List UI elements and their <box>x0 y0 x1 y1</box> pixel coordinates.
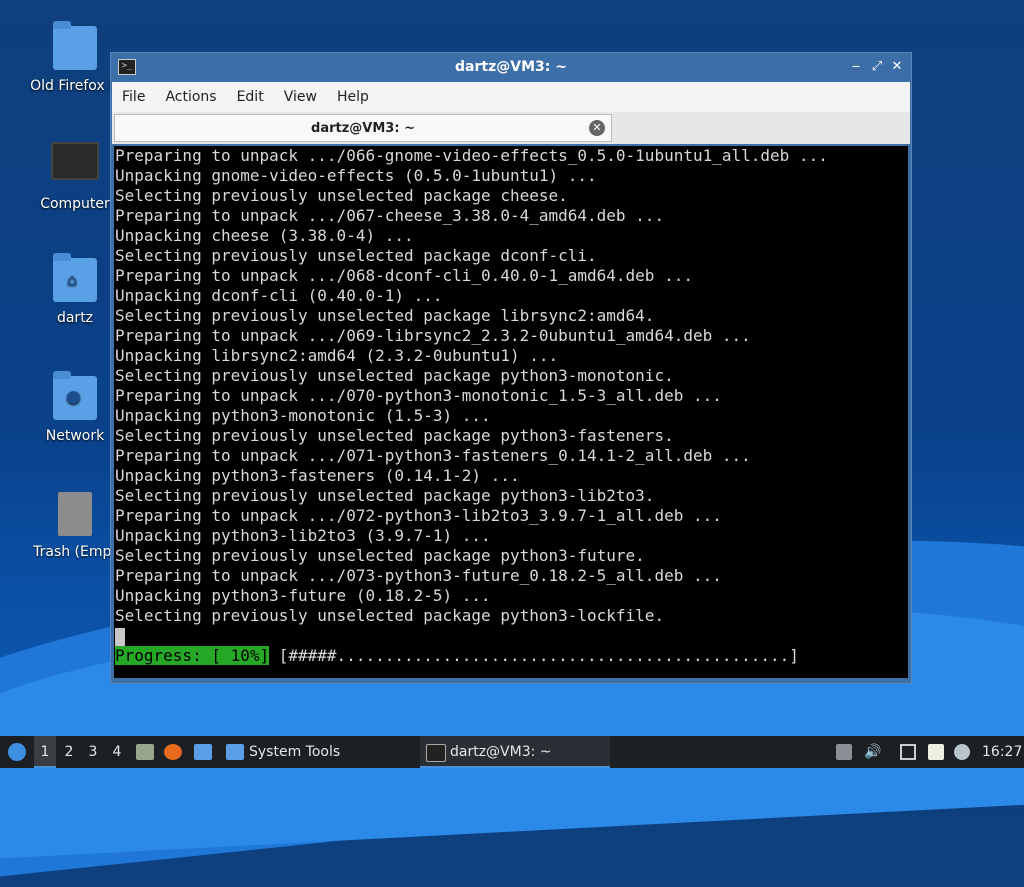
text-cursor <box>115 627 125 646</box>
clipboard-tray-icon[interactable] <box>928 744 944 760</box>
menu-view[interactable]: View <box>274 82 327 112</box>
task-system-tools[interactable]: System Tools <box>222 736 412 768</box>
computer-icon <box>51 142 99 180</box>
terminal-icon <box>426 744 446 762</box>
terminal-line: Preparing to unpack .../066-gnome-video-… <box>115 146 828 165</box>
terminal-line: Preparing to unpack .../070-python3-mono… <box>115 386 722 405</box>
terminal-line: Preparing to unpack .../067-cheese_3.38.… <box>115 206 665 225</box>
terminal-line: Selecting previously unselected package … <box>115 486 655 505</box>
terminal-line: Selecting previously unselected package … <box>115 186 568 205</box>
firefox-launcher-icon[interactable] <box>164 744 182 760</box>
tab-terminal[interactable]: dartz@VM3: ~ ✕ <box>114 114 612 142</box>
terminal-window: >_ dartz@VM3: ~ ‒ ⤢ ✕ File Actions Edit Vie… <box>110 52 912 684</box>
network-folder-icon: ● <box>53 371 97 420</box>
menu-file[interactable]: File <box>112 82 155 112</box>
folder-icon <box>53 21 97 70</box>
menu-help[interactable]: Help <box>327 82 379 112</box>
terminal-line: Unpacking python3-future (0.18.2-5) ... <box>115 586 491 605</box>
terminal-line: Selecting previously unselected package … <box>115 246 597 265</box>
workspace-1[interactable]: 1 <box>34 736 56 768</box>
workspace-2[interactable]: 2 <box>58 736 80 768</box>
minimize-button[interactable]: ‒ <box>847 58 865 76</box>
show-desktop-icon[interactable] <box>194 744 212 760</box>
volume-icon[interactable]: 🔊 <box>864 744 881 760</box>
file-manager-launcher-icon[interactable] <box>136 744 154 760</box>
taskbar: 1 2 3 4 System Tools dartz@VM3: ~ 🔊 16:2… <box>0 736 1024 768</box>
tab-label: dartz@VM3: ~ <box>311 121 415 136</box>
notification-tray-icon[interactable] <box>954 744 970 760</box>
task-label: dartz@VM3: ~ <box>450 744 552 760</box>
workspace-4[interactable]: 4 <box>106 736 128 768</box>
terminal-lines: Preparing to unpack .../066-gnome-video-… <box>114 146 908 626</box>
terminal-line: Selecting previously unselected package … <box>115 546 645 565</box>
terminal-line: Unpacking python3-fasteners (0.14.1-2) .… <box>115 466 520 485</box>
close-button[interactable]: ✕ <box>888 58 906 76</box>
maximize-button[interactable]: ⤢ <box>868 58 886 76</box>
menu-bar: File Actions Edit View Help <box>112 82 910 113</box>
terminal-line: Unpacking cheese (3.38.0-4) ... <box>115 226 414 245</box>
clock[interactable]: 16:27 <box>982 736 1022 768</box>
terminal-output[interactable]: Preparing to unpack .../066-gnome-video-… <box>114 146 908 678</box>
task-label: System Tools <box>249 744 341 760</box>
workspace-3[interactable]: 3 <box>82 736 104 768</box>
terminal-cursor-line <box>114 626 908 646</box>
progress-line: Progress: [ 10%] [#####.................… <box>114 646 908 666</box>
tab-bar: dartz@VM3: ~ ✕ <box>112 112 910 144</box>
progress-label: Progress: [ 10%] <box>115 646 270 665</box>
terminal-line: Unpacking dconf-cli (0.40.0-1) ... <box>115 286 443 305</box>
menu-actions[interactable]: Actions <box>155 82 226 112</box>
tab-close-icon[interactable]: ✕ <box>589 120 605 136</box>
app-menu-button[interactable] <box>4 736 30 768</box>
updates-tray-icon[interactable] <box>836 744 852 760</box>
terminal-line: Preparing to unpack .../071-python3-fast… <box>115 446 751 465</box>
folder-icon <box>226 744 244 760</box>
window-title: dartz@VM3: ~ <box>455 59 567 75</box>
menu-edit[interactable]: Edit <box>227 82 274 112</box>
terminal-line: Unpacking gnome-video-effects (0.5.0-1ub… <box>115 166 597 185</box>
task-terminal[interactable]: dartz@VM3: ~ <box>420 736 610 768</box>
terminal-line: Preparing to unpack .../068-dconf-cli_0.… <box>115 266 693 285</box>
terminal-line: Unpacking python3-monotonic (1.5-3) ... <box>115 406 491 425</box>
terminal-line: Unpacking python3-lib2to3 (3.9.7-1) ... <box>115 526 491 545</box>
terminal-line: Selecting previously unselected package … <box>115 606 665 625</box>
start-menu-icon <box>8 743 26 761</box>
terminal-line: Preparing to unpack .../069-librsync2_2.… <box>115 326 751 345</box>
terminal-line: Selecting previously unselected package … <box>115 426 674 445</box>
terminal-line: Selecting previously unselected package … <box>115 306 655 325</box>
home-folder-icon: ⌂ <box>53 253 97 302</box>
trash-icon <box>58 492 92 536</box>
terminal-line: Unpacking librsync2:amd64 (2.3.2-0ubuntu… <box>115 346 559 365</box>
progress-bar-text: [#####..................................… <box>269 646 799 665</box>
terminal-line: Preparing to unpack .../073-python3-futu… <box>115 566 722 585</box>
terminal-line: Preparing to unpack .../072-python3-lib2… <box>115 506 722 525</box>
network-tray-icon[interactable] <box>900 744 916 760</box>
window-titlebar[interactable]: >_ dartz@VM3: ~ ‒ ⤢ ✕ <box>111 53 911 81</box>
terminal-line: Selecting previously unselected package … <box>115 366 674 385</box>
